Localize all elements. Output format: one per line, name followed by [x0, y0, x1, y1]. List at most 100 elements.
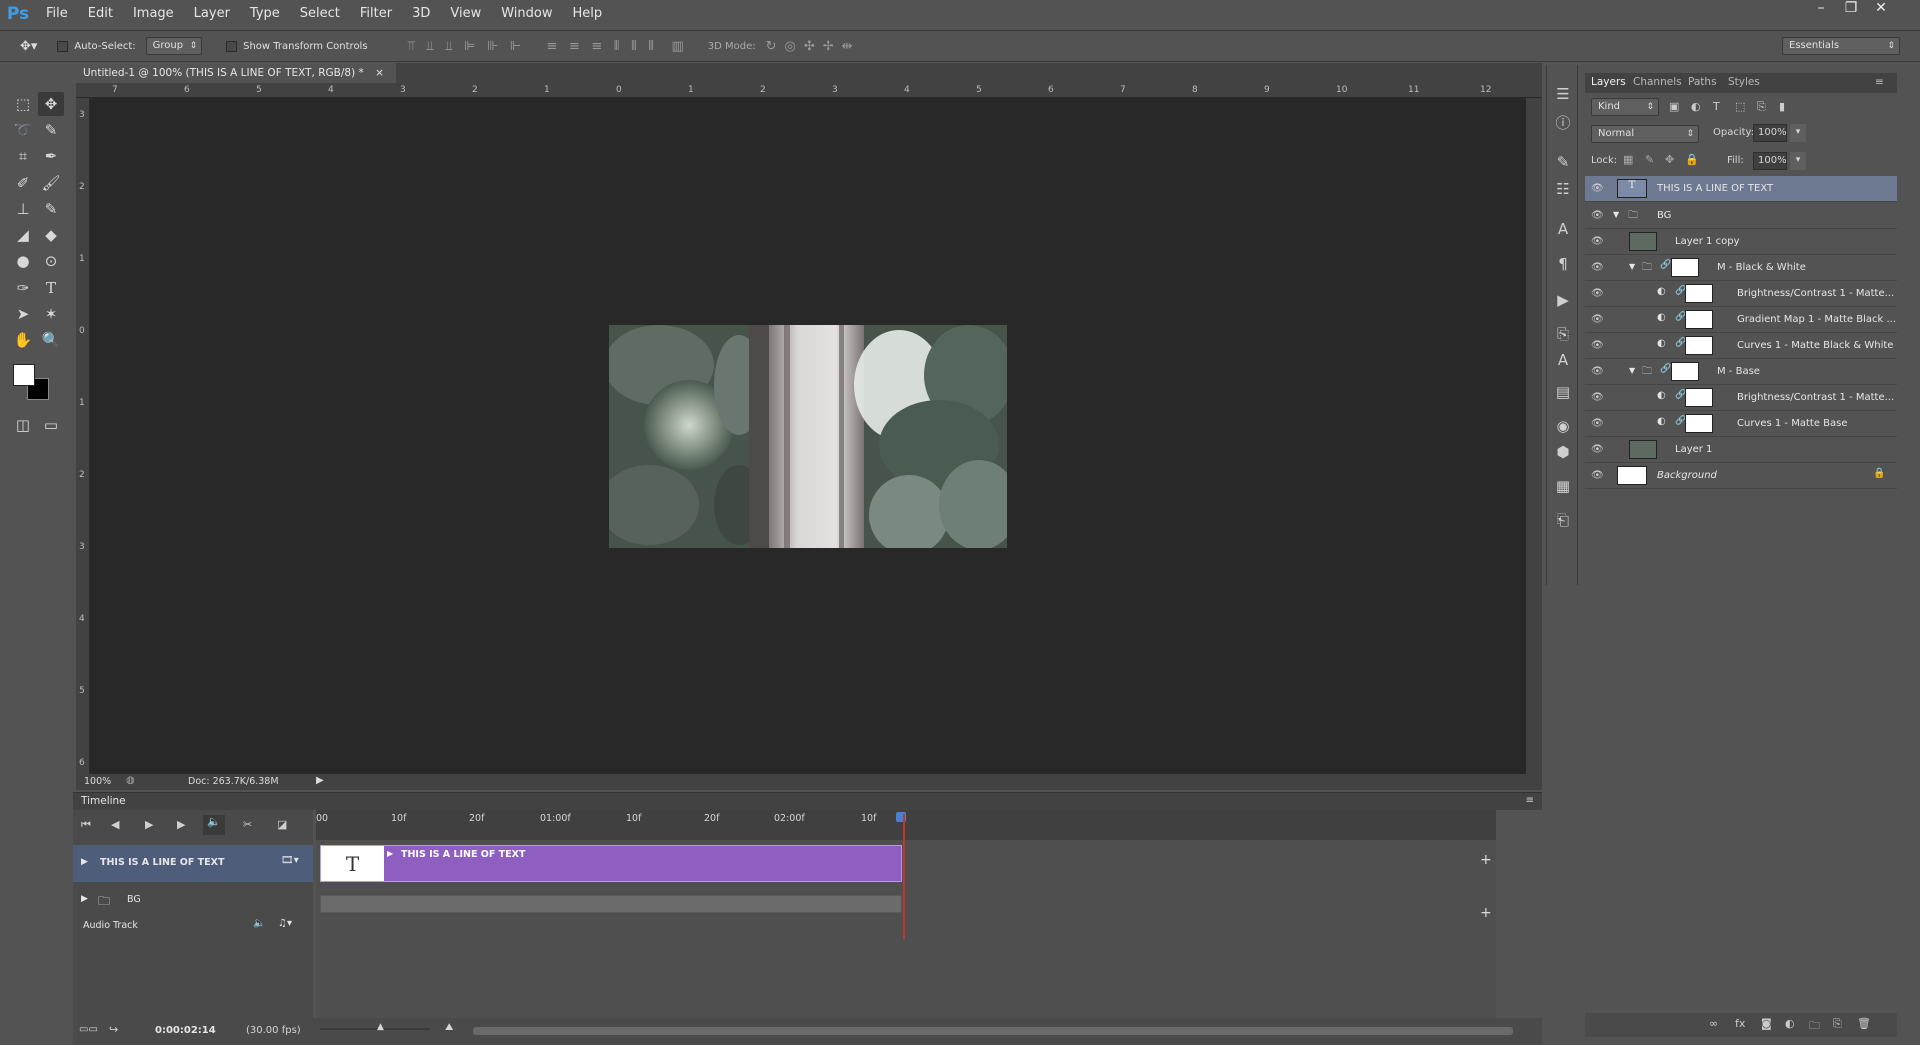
add-media-icon[interactable]: +: [1480, 852, 1492, 868]
layer-row-layer1-copy[interactable]: 👁 Layer 1 copy: [1585, 229, 1897, 255]
canvas-vertical-scrollbar[interactable]: [1526, 98, 1542, 774]
add-mask-icon[interactable]: ◙: [1761, 1017, 1772, 1030]
zoom-tool-icon[interactable]: 🔍: [38, 328, 64, 352]
add-audio-icon[interactable]: +: [1480, 905, 1492, 921]
align-hcenter-icon[interactable]: ⊪: [487, 39, 498, 54]
tab-layers[interactable]: Layers: [1591, 76, 1626, 88]
link-layers-icon[interactable]: ∞: [1709, 1017, 1718, 1030]
restore-icon[interactable]: ❐: [1836, 0, 1866, 18]
layer-row-background[interactable]: 👁 Background 🔒: [1585, 463, 1897, 489]
blend-mode-dropdown[interactable]: Normal: [1591, 125, 1699, 143]
pen-tool-icon[interactable]: ✑: [10, 276, 36, 300]
lasso-tool-icon[interactable]: ➰: [10, 118, 36, 142]
expand-track-icon[interactable]: ▶: [81, 857, 88, 867]
align-right-icon[interactable]: ⊩: [510, 39, 521, 54]
visibility-eye-icon[interactable]: 👁: [1591, 470, 1605, 481]
layer-row-text[interactable]: 👁 T THIS IS A LINE OF TEXT: [1585, 176, 1897, 202]
layer-row-adjustment[interactable]: 👁 ◐ 🔗 Curves 1 - Matte Base: [1585, 411, 1897, 437]
layer-row-bw-group[interactable]: 👁 ▼ 🗀 🔗 M - Black & White: [1585, 255, 1897, 281]
timeline-menu-icon[interactable]: ≡: [1526, 795, 1534, 806]
collapse-group-icon[interactable]: ▼: [1629, 262, 1635, 271]
convert-frame-animation-icon[interactable]: ▭▭: [79, 1024, 98, 1035]
layer-row-adjustment[interactable]: 👁 ◐ 🔗 Curves 1 - Matte Black & White: [1585, 333, 1897, 359]
history-panel-icon[interactable]: ☰: [1553, 85, 1573, 105]
auto-align-icon[interactable]: ▥: [671, 39, 683, 54]
zoom-level[interactable]: 100%: [84, 776, 111, 787]
character-panel-icon[interactable]: A: [1553, 220, 1573, 240]
tab-channels[interactable]: Channels: [1633, 76, 1682, 88]
new-group-icon[interactable]: 🗀: [1809, 1017, 1820, 1036]
document-tab[interactable]: Untitled-1 @ 100% (THIS IS A LINE OF TEX…: [76, 63, 396, 83]
align-bottom-icon[interactable]: ⫫: [445, 39, 452, 54]
visibility-eye-icon[interactable]: 👁: [1591, 340, 1605, 351]
paint-bucket-icon[interactable]: ◆: [38, 223, 64, 247]
close-document-icon[interactable]: ×: [375, 67, 384, 79]
render-video-icon[interactable]: ↪: [109, 1023, 118, 1036]
paragraph-panel-icon[interactable]: ¶: [1553, 255, 1573, 275]
menu-type[interactable]: Type: [240, 0, 290, 27]
distribute-vcenter-icon[interactable]: ≡: [569, 39, 580, 54]
filter-adjustment-icon[interactable]: ◐: [1691, 100, 1701, 113]
blur-tool-icon[interactable]: ●: [10, 249, 36, 273]
3d-rotate-icon[interactable]: ↻: [766, 39, 777, 54]
track-bg-group[interactable]: ▶ 🗀 BG: [73, 888, 313, 912]
audio-note-icon[interactable]: ♫▾: [278, 918, 292, 929]
track-audio[interactable]: Audio Track 🔈 ♫▾: [73, 914, 313, 938]
timeline-ruler[interactable]: 00 10f 20f 01:00f 10f 20f 02:00f 10f: [316, 810, 1496, 840]
distribute-hcenter-icon[interactable]: ⦀: [631, 39, 637, 54]
menu-edit[interactable]: Edit: [78, 0, 123, 27]
auto-select-checkbox[interactable]: [57, 40, 69, 52]
screen-mode-icon[interactable]: ▭: [38, 413, 64, 437]
type-tool-icon[interactable]: T: [38, 276, 64, 300]
lock-position-icon[interactable]: ✥: [1665, 153, 1674, 166]
close-icon[interactable]: ✕: [1866, 0, 1896, 18]
track-text-layer[interactable]: ▶ THIS IS A LINE OF TEXT 🎞▾: [73, 845, 313, 882]
visibility-eye-icon[interactable]: 👁: [1591, 366, 1605, 377]
character-styles-icon[interactable]: A: [1553, 351, 1573, 371]
timeline-tracks-area[interactable]: T ▶ THIS IS A LINE OF TEXT + +: [316, 814, 1496, 1040]
3d-scale-icon[interactable]: ⇹: [842, 39, 853, 54]
distribute-right-icon[interactable]: ⦀: [648, 39, 654, 54]
clone-source-icon[interactable]: ⎘: [1553, 325, 1573, 345]
new-adjustment-layer-icon[interactable]: ◐: [1785, 1017, 1795, 1030]
visibility-eye-icon[interactable]: 👁: [1591, 392, 1605, 403]
visibility-eye-icon[interactable]: 👁: [1591, 183, 1605, 194]
path-select-icon[interactable]: ➤: [10, 302, 36, 326]
filter-type-icon[interactable]: T: [1713, 100, 1720, 113]
mute-audio-icon[interactable]: 🔈: [203, 815, 225, 835]
layer-row-adjustment[interactable]: 👁 ◐ 🔗 Brightness/Contrast 1 - Matte...: [1585, 281, 1897, 307]
visibility-eye-icon[interactable]: 👁: [1591, 210, 1605, 221]
move-tool-icon[interactable]: ✥: [38, 92, 64, 116]
marquee-tool-icon[interactable]: ⬚: [10, 92, 36, 116]
eraser-tool-icon[interactable]: ◢: [10, 223, 36, 247]
split-playhead-icon[interactable]: ✂: [243, 818, 252, 831]
history-brush-icon[interactable]: ✎: [38, 197, 64, 221]
lock-pixels-icon[interactable]: ✎: [1645, 153, 1654, 166]
brush-tool-icon[interactable]: 🖌: [38, 171, 64, 195]
menu-file[interactable]: File: [36, 0, 78, 27]
menu-help[interactable]: Help: [563, 0, 613, 27]
zoom-slider[interactable]: [320, 1028, 430, 1030]
filter-smart-object-icon[interactable]: ⎘: [1757, 100, 1766, 114]
fill-slider-toggle[interactable]: ▾: [1790, 152, 1806, 170]
tab-paths[interactable]: Paths: [1688, 76, 1717, 88]
3d-slide-icon[interactable]: ✢: [823, 39, 834, 54]
align-vcenter-icon[interactable]: ⫫: [426, 39, 433, 54]
transition-icon[interactable]: ◪: [277, 818, 287, 831]
menu-view[interactable]: View: [440, 0, 491, 27]
stamp-tool-icon[interactable]: ⊥: [10, 197, 36, 221]
brush-presets-icon[interactable]: ☷: [1553, 180, 1573, 200]
shape-tool-icon[interactable]: ✶: [38, 302, 64, 326]
layer-row-bg-group[interactable]: 👁 ▼ 🗀 BG: [1585, 203, 1897, 229]
fill-input[interactable]: 100%: [1753, 152, 1787, 170]
align-top-icon[interactable]: ⫪: [408, 39, 415, 54]
panel-menu-icon[interactable]: ≡: [1875, 76, 1884, 88]
visibility-eye-icon[interactable]: 👁: [1591, 444, 1605, 455]
menu-layer[interactable]: Layer: [184, 0, 240, 27]
text-layer-clip[interactable]: T ▶ THIS IS A LINE OF TEXT: [320, 845, 902, 882]
previous-frame-icon[interactable]: ◀: [111, 818, 119, 831]
quick-mask-icon[interactable]: ◫: [10, 413, 36, 437]
zoom-slider-thumb[interactable]: ▲: [377, 1022, 384, 1032]
workspace-dropdown[interactable]: Essentials: [1782, 37, 1900, 55]
healing-brush-icon[interactable]: ✐: [10, 171, 36, 195]
